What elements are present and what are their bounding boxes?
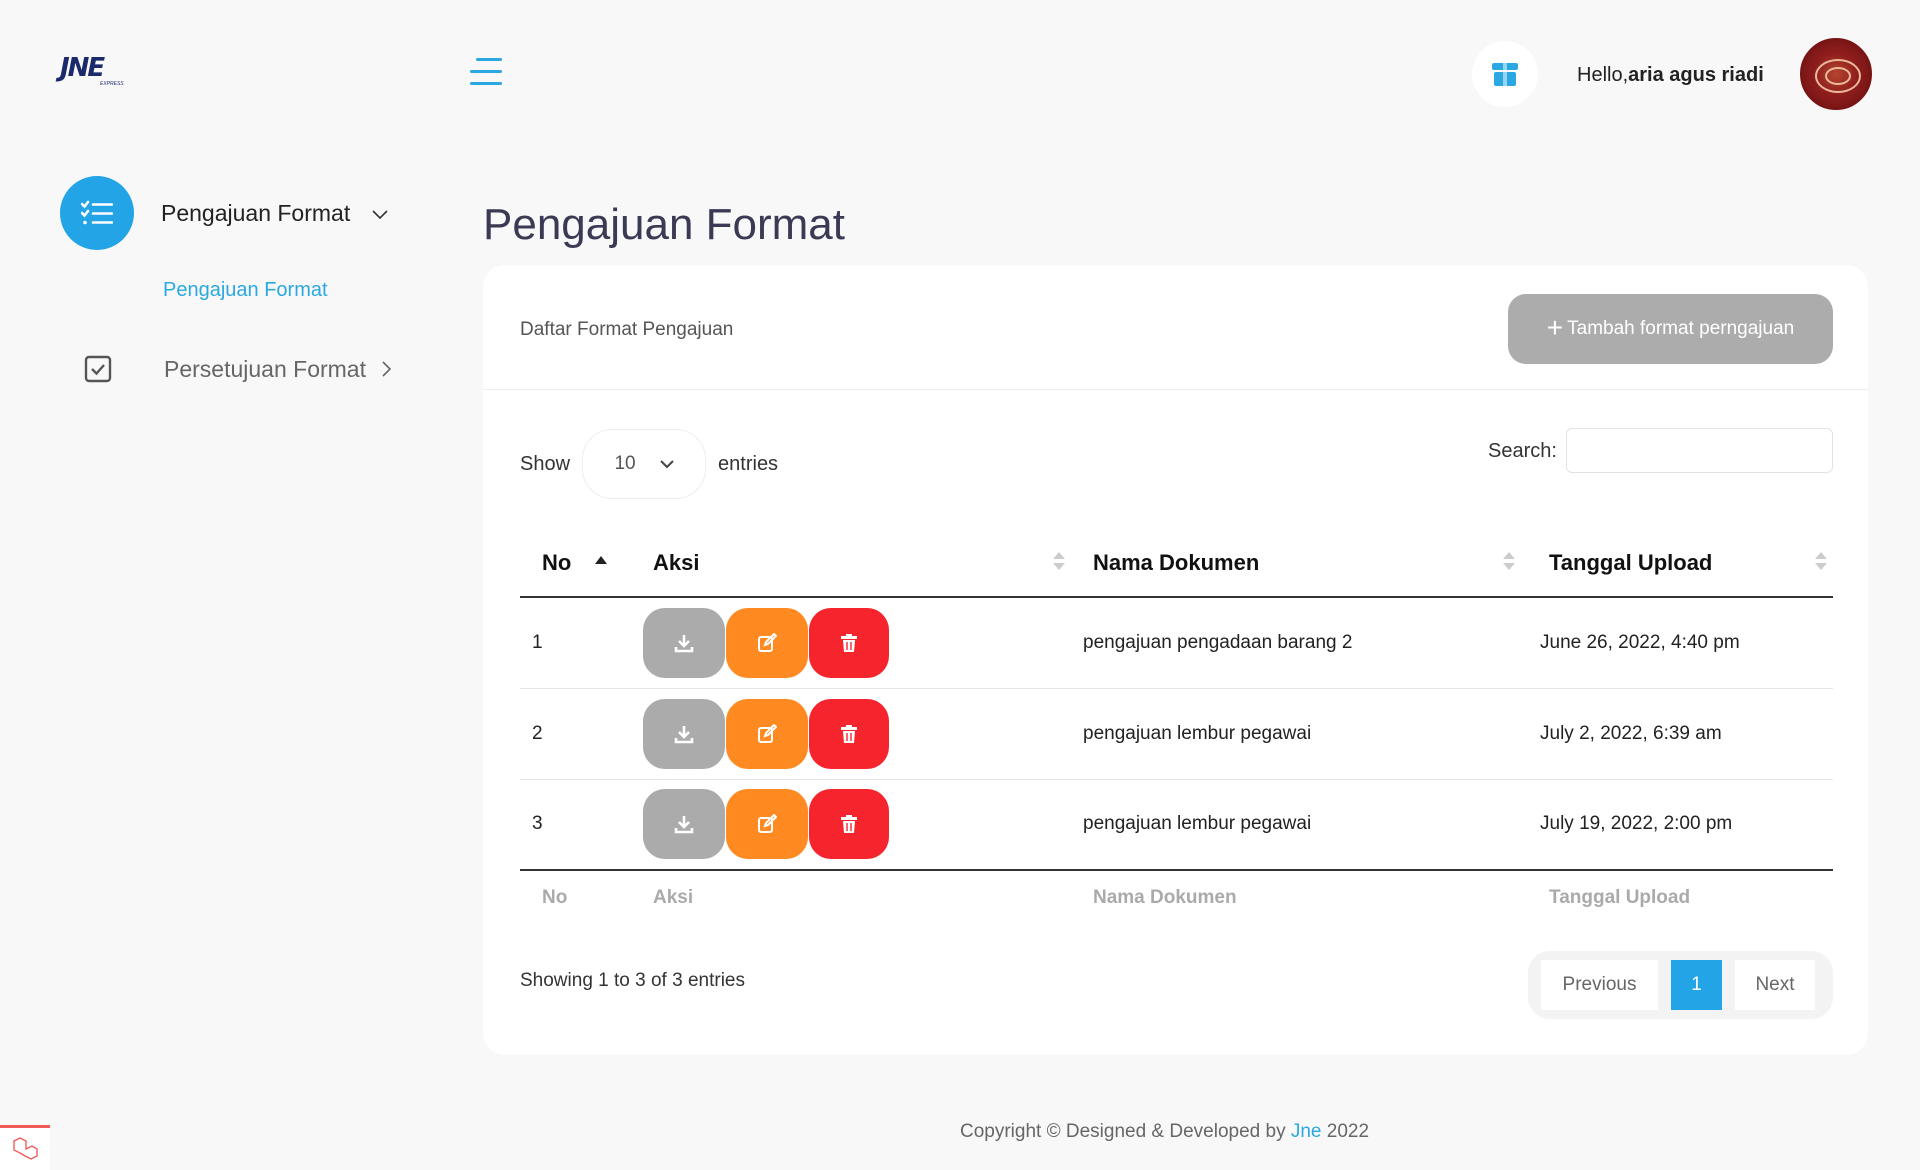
cell-nama-dokumen: pengajuan lembur pegawai [1068,688,1523,780]
edit-icon [758,814,777,834]
download-icon [674,725,694,743]
package-button[interactable] [1472,41,1538,107]
table-row: 3 pengajuan lembur pegawai July 19, 2022… [520,779,1833,871]
page-title: Pengajuan Format [483,200,845,249]
sidebar-item-pengajuan-format[interactable]: Pengajuan Format [60,176,388,250]
search-label: Search: [1488,440,1557,462]
footer-aksi: Aksi [653,887,694,908]
edit-button[interactable] [726,607,808,678]
column-header-nama-dokumen[interactable]: Nama Dokumen [1068,530,1523,598]
trash-icon [841,633,857,652]
delete-button[interactable] [809,789,889,860]
sort-icon [1503,552,1515,570]
sidebar-item-label: Pengajuan Format [161,199,351,226]
jne-logo[interactable]: JNE EXPRESS [60,55,132,91]
chevron-down-icon [659,459,674,468]
list-check-icon [60,176,134,250]
page-size-value: 10 [614,453,636,474]
sort-icon [1053,552,1065,570]
sidebar-item-persetujuan-format[interactable]: Persetujuan Format [84,355,392,383]
download-button[interactable] [643,789,725,860]
plus-icon: + [1546,311,1564,343]
download-button[interactable] [643,607,725,678]
previous-button[interactable]: Previous [1541,960,1658,1010]
column-header-aksi[interactable]: Aksi [643,530,1068,598]
copyright-prefix: Copyright © Designed & Developed by [960,1121,1291,1142]
page-button-1[interactable]: 1 [1671,960,1722,1010]
cell-tanggal-upload: June 26, 2022, 4:40 pm [1523,597,1833,689]
check-square-icon [84,355,112,383]
entries-label: entries [718,452,779,475]
add-format-label: Tambah format perngajuan [1567,318,1795,339]
edit-icon [758,723,777,743]
table-info: Showing 1 to 3 of 3 entries [520,970,745,991]
chevron-right-icon [382,361,392,377]
cell-no: 1 [520,597,643,689]
avatar[interactable] [1800,38,1872,110]
show-label: Show [520,452,571,475]
user-greeting: Hello,aria agus riadi [1577,64,1764,87]
download-button[interactable] [643,698,725,769]
jne-link[interactable]: Jne [1291,1121,1322,1142]
pagination: Previous 1 Next [1528,951,1833,1019]
table-row: 1 pengajuan pengadaan barang 2 June 26, … [520,597,1833,689]
table-row: 2 pengajuan lembur pegawai July 2, 2022,… [520,688,1833,780]
edit-button[interactable] [726,789,808,860]
page-size-select[interactable]: 10 [582,429,707,499]
logo-subtext: EXPRESS [100,81,124,87]
cell-no: 3 [520,779,643,871]
greeting-text: Hello, [1577,64,1629,86]
edit-icon [758,632,777,652]
delete-button[interactable] [809,607,889,678]
cell-tanggal-upload: July 19, 2022, 2:00 pm [1523,779,1833,871]
edit-button[interactable] [726,698,808,769]
menu-toggle-icon[interactable] [470,58,504,88]
laravel-debug-icon[interactable] [0,1125,50,1170]
next-button[interactable]: Next [1735,960,1815,1010]
sidebar-item-label: Persetujuan Format [164,355,366,382]
footer-nama-dokumen: Nama Dokumen [1093,887,1237,908]
user-name: aria agus riadi [1628,64,1764,86]
sidebar-subitem-pengajuan-format[interactable]: Pengajuan Format [163,279,328,302]
format-list-card: Daftar Format Pengajuan + Tambah format … [483,265,1868,1055]
table-footer-row: No Aksi Nama Dokumen Tanggal Upload [520,870,1833,925]
copyright-suffix: 2022 [1321,1121,1370,1142]
cell-tanggal-upload: July 2, 2022, 6:39 am [1523,688,1833,780]
footer-no: No [542,887,568,908]
column-header-tanggal-upload[interactable]: Tanggal Upload [1523,530,1833,598]
download-icon [674,816,694,834]
column-header-no[interactable]: No [520,530,643,598]
cell-nama-dokumen: pengajuan pengadaan barang 2 [1068,597,1523,689]
add-format-button[interactable]: + Tambah format perngajuan [1508,294,1833,364]
trash-icon [841,815,857,834]
cell-aksi [643,779,1068,871]
format-table: No Aksi Nama Dokumen Tanggal Upload 1 pe… [520,530,1833,925]
package-icon [1492,63,1518,86]
cell-nama-dokumen: pengajuan lembur pegawai [1068,779,1523,871]
table-header-row: No Aksi Nama Dokumen Tanggal Upload [520,530,1833,598]
cell-aksi [643,688,1068,780]
card-header: Daftar Format Pengajuan + Tambah format … [483,265,1868,390]
logo-text: JNE [60,53,105,83]
footer-tanggal-upload: Tanggal Upload [1549,887,1691,908]
cell-aksi [643,597,1068,689]
search-input[interactable] [1566,428,1833,473]
chevron-down-icon [372,210,388,220]
sort-icon [1815,552,1827,570]
cell-no: 2 [520,688,643,780]
trash-icon [841,724,857,743]
delete-button[interactable] [809,698,889,769]
card-title: Daftar Format Pengajuan [520,319,734,340]
copyright: Copyright © Designed & Developed by Jne … [960,1121,1369,1143]
download-icon [674,634,694,653]
page-size-control: Show 10 entries [520,429,778,499]
sort-asc-icon [595,556,607,564]
